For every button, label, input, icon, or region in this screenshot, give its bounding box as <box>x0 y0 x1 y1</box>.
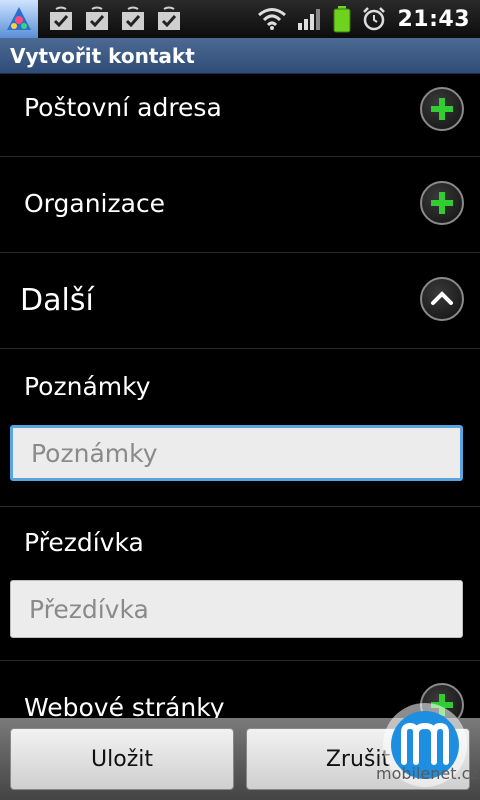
app-icon <box>0 0 38 38</box>
add-postal-address-button[interactable] <box>420 87 464 131</box>
status-bar: 21:43 <box>0 0 480 38</box>
row-label: Webové stránky <box>24 693 225 718</box>
row-organization[interactable]: Organizace <box>0 157 480 253</box>
nickname-input[interactable] <box>10 580 463 638</box>
row-postal-address[interactable]: Poštovní adresa <box>0 61 480 157</box>
add-icon <box>431 98 453 120</box>
divider <box>0 506 480 507</box>
row-label: Poštovní adresa <box>24 93 222 122</box>
status-bar-left <box>0 0 182 38</box>
save-button[interactable]: Uložit <box>10 728 234 790</box>
notes-label: Poznámky <box>24 372 151 401</box>
notification-check-icon <box>50 6 72 30</box>
notes-input[interactable] <box>10 425 463 481</box>
notification-check-icon <box>158 6 180 30</box>
add-organization-button[interactable] <box>420 181 464 225</box>
chevron-up-icon <box>431 291 453 305</box>
nickname-label: Přezdívka <box>24 528 144 557</box>
row-label: Další <box>20 283 94 318</box>
wifi-icon <box>258 8 287 30</box>
notification-check-icon <box>86 6 108 30</box>
alarm-icon <box>363 7 386 31</box>
row-more[interactable]: Další <box>0 253 480 349</box>
notification-check-icon <box>122 6 144 30</box>
clock: 21:43 <box>397 6 470 32</box>
battery-icon <box>333 6 351 33</box>
watermark-text: mobilenet.cz <box>376 764 479 783</box>
row-label: Organizace <box>24 189 166 218</box>
signal-icon <box>298 9 321 30</box>
status-bar-right: 21:43 <box>257 0 470 38</box>
collapse-more-button[interactable] <box>420 277 464 321</box>
add-icon <box>431 192 453 214</box>
